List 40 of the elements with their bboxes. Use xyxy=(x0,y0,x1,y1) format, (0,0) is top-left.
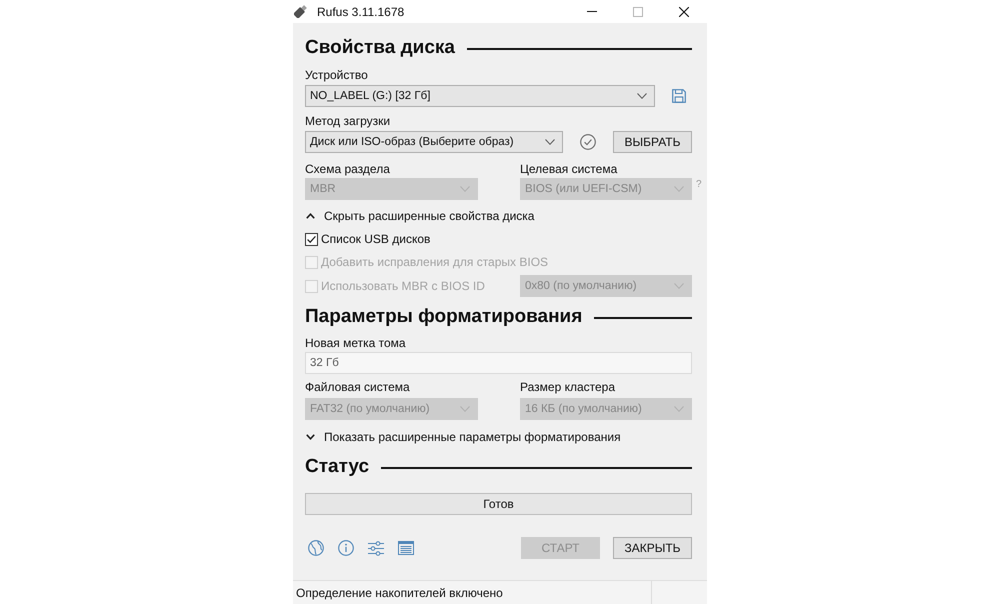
expand-toggle[interactable]: Показать расширенные параметры форматирования xyxy=(305,429,621,445)
action-button[interactable]: ЗАКРЫТЬ xyxy=(613,537,692,559)
status-text: Определение накопителей включено xyxy=(295,586,504,600)
chevron-down-icon xyxy=(460,406,470,412)
field-label: Размер кластера xyxy=(520,379,616,395)
info-icon[interactable] xyxy=(338,540,354,556)
field-label: Устройство xyxy=(305,67,369,83)
chevron-up-icon xyxy=(306,213,315,219)
field-label: Новая метка тома xyxy=(305,335,407,351)
chevron-down-icon xyxy=(674,406,684,412)
chevron-down-icon xyxy=(460,186,470,192)
save-icon[interactable] xyxy=(672,89,686,103)
chevron-down-icon xyxy=(674,283,684,289)
maximize-icon[interactable] xyxy=(633,6,643,16)
check-circle-icon[interactable] xyxy=(580,134,596,150)
section-heading: Свойства диска xyxy=(305,36,455,60)
usb-drive-icon xyxy=(294,5,307,18)
device-dropdown[interactable]: NO_LABEL (G:) [32 Гб] xyxy=(305,85,655,107)
field-label: Файловая система xyxy=(305,379,411,395)
chevron-down-icon xyxy=(637,93,647,99)
checkbox[interactable] xyxy=(305,232,318,246)
section-heading: Статус xyxy=(305,455,370,479)
field-label: Целевая система xyxy=(520,161,618,177)
checkbox-label[interactable]: Список USB дисков xyxy=(321,232,430,246)
collapse-toggle[interactable]: Скрыть расширенные свойства диска xyxy=(305,208,534,224)
progress-bar: Готов xyxy=(305,493,692,515)
sliders-icon[interactable] xyxy=(368,540,384,556)
field-label: Метод загрузки xyxy=(305,113,392,129)
chevron-down-icon xyxy=(306,434,315,440)
volume-label-field[interactable]: 32 Гб xyxy=(305,352,692,374)
field-label: Схема раздела xyxy=(305,161,391,177)
chevron-down-icon xyxy=(674,186,684,192)
list-window-icon[interactable] xyxy=(398,541,414,555)
close-icon[interactable] xyxy=(679,6,689,16)
chevron-down-icon xyxy=(545,139,555,145)
boot-dropdown[interactable]: Диск или ISO-образ (Выберите образ) xyxy=(305,131,563,153)
select-button[interactable]: ВЫБРАТЬ xyxy=(613,131,692,153)
section-heading: Параметры форматирования xyxy=(305,305,582,329)
globe-icon[interactable] xyxy=(308,540,324,556)
window-title: Rufus 3.11.1678 xyxy=(317,4,404,18)
